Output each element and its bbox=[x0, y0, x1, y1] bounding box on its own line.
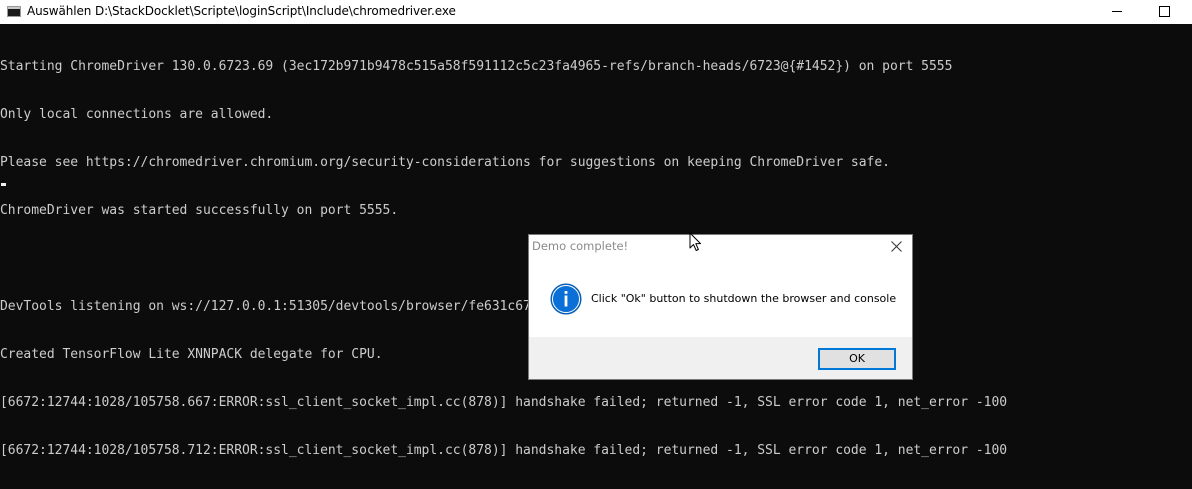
message-box: Demo complete! Click "Ok" button to shut… bbox=[528, 234, 913, 380]
dialog-title: Demo complete! bbox=[532, 239, 629, 253]
info-icon bbox=[550, 283, 582, 315]
console-app-icon bbox=[7, 6, 21, 17]
console-line: Starting ChromeDriver 130.0.6723.69 (3ec… bbox=[0, 59, 953, 74]
console-line: ChromeDriver was started successfully on… bbox=[0, 203, 399, 218]
close-icon[interactable] bbox=[885, 237, 909, 257]
console-window: Auswählen D:\StackDocklet\Scripte\loginS… bbox=[0, 0, 1192, 489]
maximize-button[interactable] bbox=[1146, 0, 1192, 24]
minimize-button[interactable] bbox=[1100, 0, 1146, 24]
text-cursor bbox=[1, 183, 6, 186]
dialog-button-bar: OK bbox=[529, 337, 912, 379]
console-line: Only local connections are allowed. bbox=[0, 107, 274, 122]
ok-button[interactable]: OK bbox=[818, 348, 896, 370]
mouse-pointer-icon bbox=[689, 232, 703, 252]
console-line: Please see https://chromedriver.chromium… bbox=[0, 155, 890, 170]
console-line: [6672:12744:1028/105758.712:ERROR:ssl_cl… bbox=[0, 443, 1008, 458]
console-line: [6672:12744:1028/105758.667:ERROR:ssl_cl… bbox=[0, 395, 1008, 410]
window-title: Auswählen D:\StackDocklet\Scripte\loginS… bbox=[27, 4, 456, 18]
dialog-message: Click "Ok" button to shutdown the browse… bbox=[591, 292, 897, 305]
title-bar[interactable]: Auswählen D:\StackDocklet\Scripte\loginS… bbox=[0, 0, 1192, 24]
